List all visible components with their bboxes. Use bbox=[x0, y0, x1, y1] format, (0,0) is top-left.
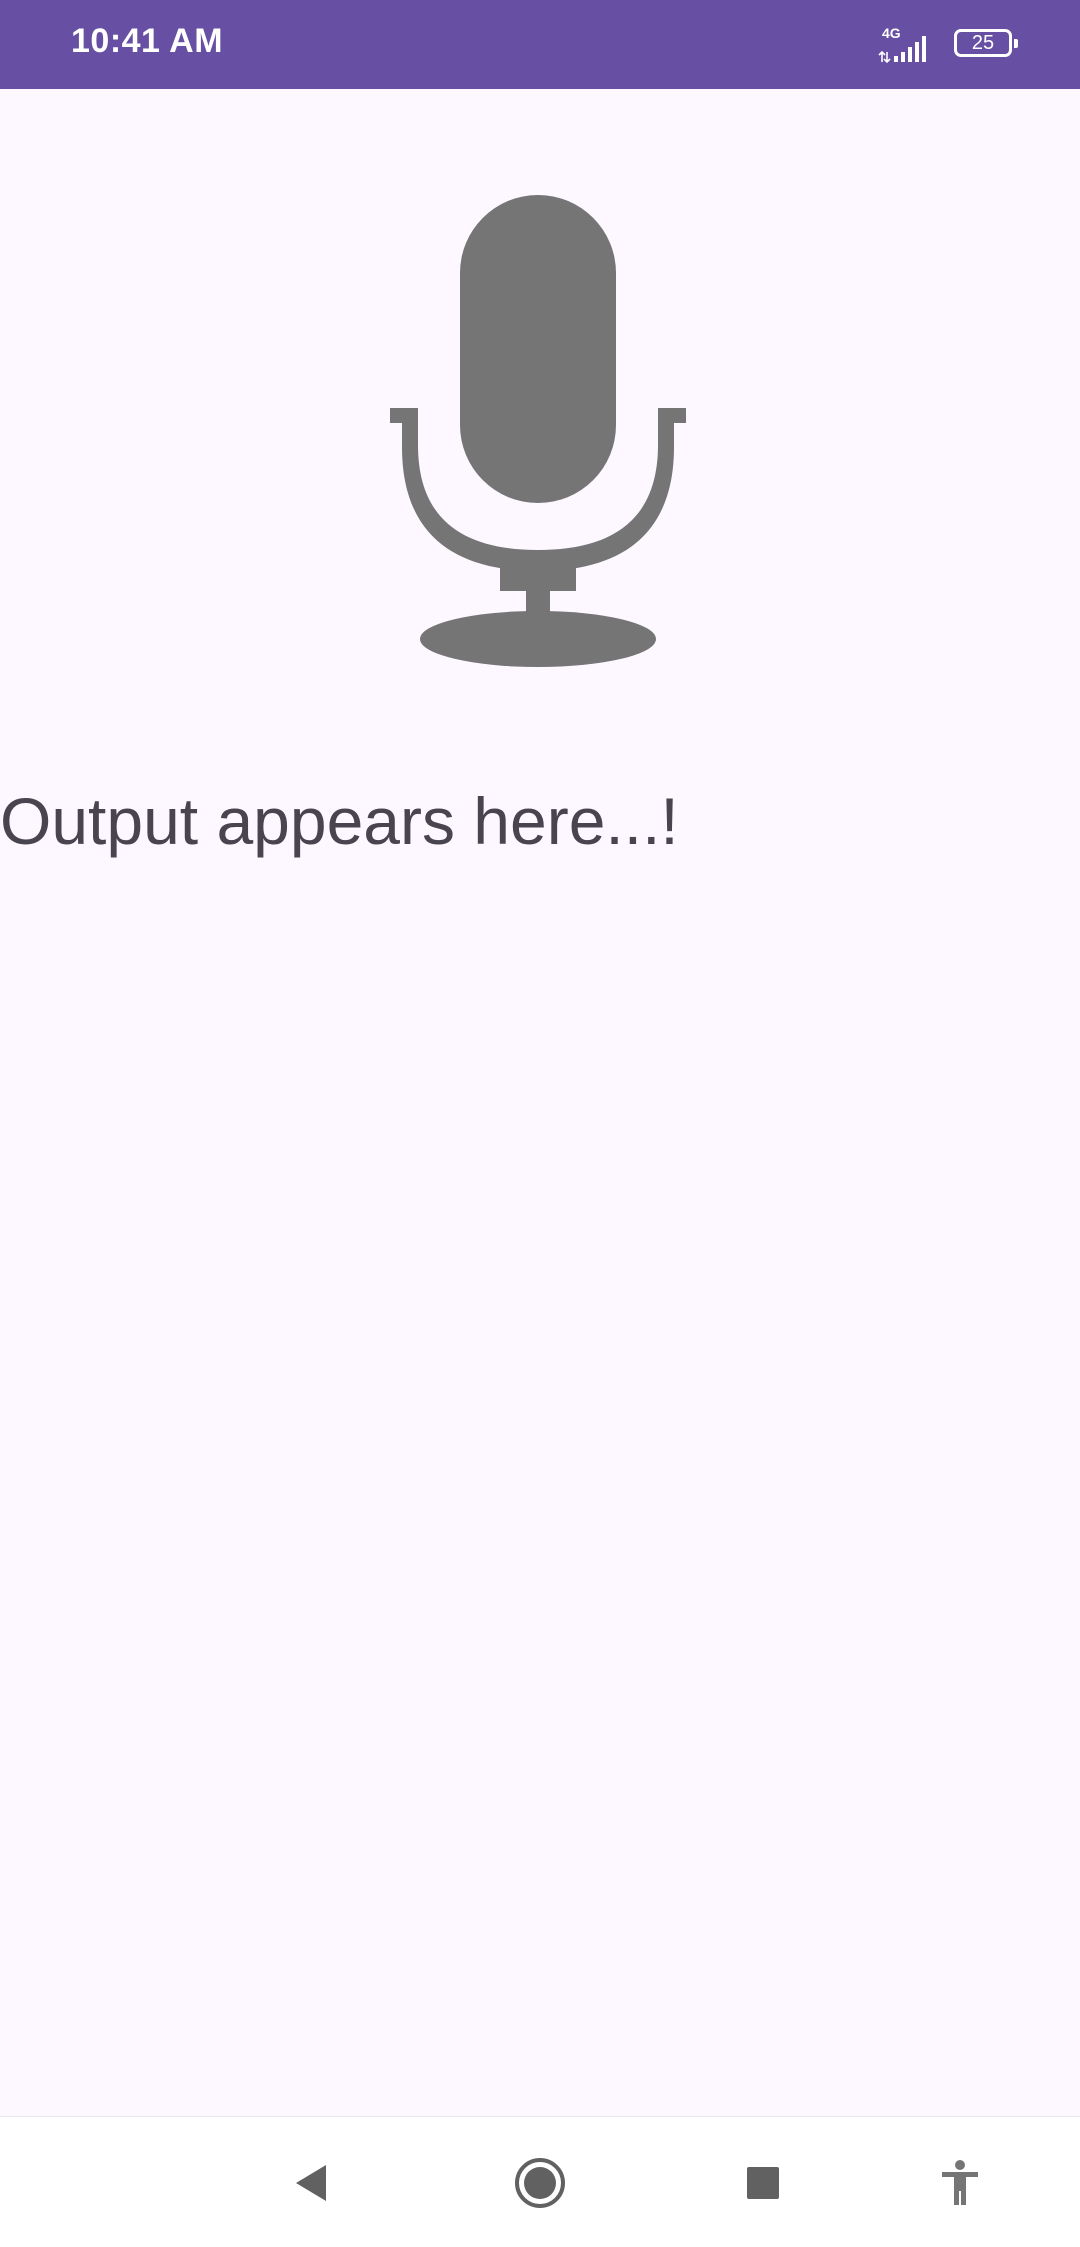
recents-square-icon bbox=[747, 2167, 779, 2199]
battery-tip bbox=[1014, 39, 1018, 48]
home-circle-icon bbox=[515, 2158, 565, 2208]
cell-signal-icon: 4G bbox=[876, 26, 936, 64]
back-button[interactable] bbox=[280, 2151, 344, 2215]
accessibility-button[interactable] bbox=[928, 2151, 992, 2215]
back-triangle-icon bbox=[296, 2165, 326, 2201]
battery-level: 25 bbox=[971, 32, 995, 54]
accessibility-icon bbox=[942, 2160, 978, 2205]
navigation-bar bbox=[0, 2116, 1080, 2247]
home-button[interactable] bbox=[508, 2151, 572, 2215]
status-bar: 10:41 AM 4G 25 bbox=[0, 0, 1080, 89]
output-text: Output appears here...! bbox=[0, 784, 679, 858]
microphone-icon bbox=[390, 195, 686, 667]
battery-icon: 25 bbox=[954, 29, 1018, 57]
microphone-button[interactable] bbox=[390, 195, 690, 671]
recents-button[interactable] bbox=[731, 2151, 795, 2215]
status-time: 10:41 AM bbox=[71, 22, 224, 60]
